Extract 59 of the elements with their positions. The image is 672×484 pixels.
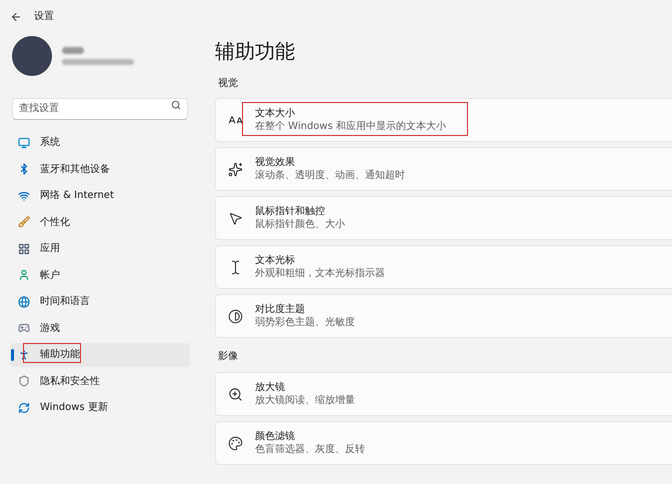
grid-icon — [18, 242, 30, 255]
sidebar-item[interactable]: Windows 更新 — [10, 396, 190, 420]
blurred-text — [62, 47, 84, 54]
sparkle-icon — [228, 162, 243, 176]
card-subtitle: 鼠标指针颜色、大小 — [255, 218, 345, 231]
section-heading: 影像 — [217, 350, 239, 364]
card-title: 对比度主题 — [255, 303, 306, 316]
bluetooth-icon — [18, 163, 30, 176]
settings-card[interactable]: 文本光标 外观和粗细，文本光标指示器 — [215, 245, 672, 289]
gamepad-icon — [18, 322, 30, 334]
card-title: 文本光标 — [255, 254, 296, 267]
card-title: 放大镜 — [255, 381, 286, 394]
palette-icon — [228, 436, 243, 450]
card-subtitle: 在整个 Windows 和应用中显示的文本大小 — [255, 120, 446, 133]
card-subtitle: 外观和粗细，文本光标指示器 — [255, 267, 385, 280]
page-title: 辅助功能 — [215, 38, 296, 65]
settings-card[interactable]: 颜色滤镜 色盲筛选器、灰度、反转 — [215, 421, 672, 465]
blurred-text — [62, 59, 134, 65]
settings-card[interactable]: 文本大小 在整个 Windows 和应用中显示的文本大小 — [215, 98, 672, 142]
sidebar-item[interactable]: 网络 & Internet — [10, 184, 190, 208]
settings-card[interactable]: 视觉效果 滚动条、透明度、动画、通知超时 — [215, 147, 672, 191]
shield-icon — [18, 375, 30, 388]
section-heading: 视觉 — [217, 76, 239, 91]
card-subtitle: 弱势彩色主题、光敏度 — [255, 316, 355, 329]
sidebar-item[interactable]: 个性化 — [10, 210, 190, 234]
settings-card[interactable]: 放大镜 放大镜阅读、缩放增量 — [215, 372, 672, 416]
user-icon — [18, 269, 30, 282]
card-subtitle: 滚动条、透明度、动画、通知超时 — [255, 169, 405, 182]
zoom-in-icon — [228, 386, 243, 402]
globe-icon — [18, 296, 30, 308]
back-icon[interactable] — [10, 10, 22, 22]
card-subtitle: 放大镜阅读、缩放增量 — [255, 394, 355, 407]
card-title: 颜色滤镜 — [255, 430, 296, 443]
contrast-icon — [228, 308, 243, 324]
refresh-icon — [18, 402, 30, 414]
sidebar-item[interactable]: 隐私和安全性 — [10, 370, 190, 393]
search-icon — [171, 100, 181, 110]
search-field[interactable]: 查找设置 — [12, 98, 188, 120]
monitor-icon — [18, 136, 30, 149]
card-title: 文本大小 — [255, 107, 296, 120]
sidebar-item[interactable]: 蓝牙和其他设备 — [10, 158, 190, 181]
brush-icon — [18, 216, 30, 228]
settings-card[interactable]: 鼠标指针和触控 鼠标指针颜色、大小 — [215, 196, 672, 240]
card-subtitle: 色盲筛选器、灰度、反转 — [255, 443, 365, 456]
card-title: 视觉效果 — [255, 156, 296, 169]
person-icon — [18, 348, 30, 361]
pointer-icon — [228, 210, 243, 226]
settings-card[interactable]: 对比度主题 弱势彩色主题、光敏度 — [215, 294, 672, 338]
window-title: 设置 — [34, 10, 54, 24]
avatar — [12, 36, 52, 76]
sidebar-item[interactable]: 帐户 — [10, 264, 190, 287]
selection-indicator — [11, 349, 14, 361]
sidebar-item[interactable]: 系统 — [10, 131, 190, 154]
card-title: 鼠标指针和触控 — [255, 205, 326, 218]
wifi-icon — [18, 190, 30, 202]
sidebar-item[interactable]: 游戏 — [10, 316, 190, 340]
sidebar-item[interactable]: 时间和语言 — [10, 290, 190, 314]
sidebar-item[interactable]: 辅助功能 — [10, 343, 190, 366]
sidebar-item[interactable]: 应用 — [10, 237, 190, 260]
